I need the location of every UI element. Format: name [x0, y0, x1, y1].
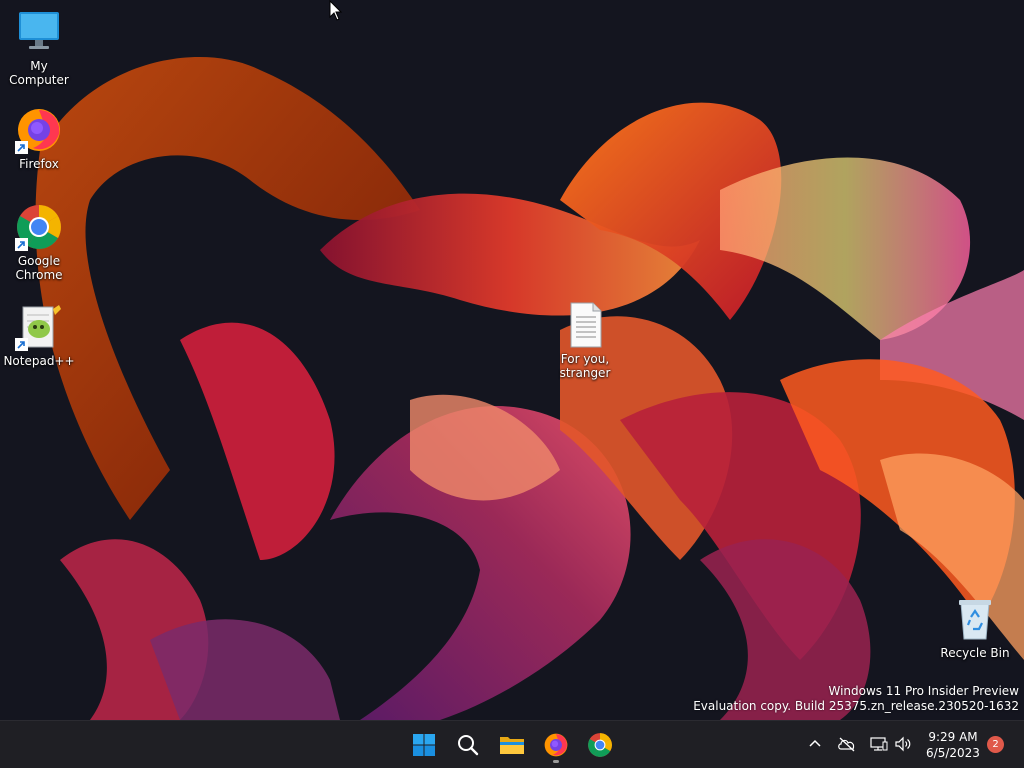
cloud-offline-icon: [838, 737, 855, 752]
chrome-icon: [588, 733, 612, 757]
volume-button[interactable]: [892, 733, 914, 755]
notification-badge[interactable]: 2: [987, 736, 1004, 753]
text-document-icon: [561, 301, 609, 349]
watermark-line-1: Windows 11 Pro Insider Preview: [828, 684, 1019, 698]
clock-time: 9:29 AM: [928, 730, 978, 744]
firefox-icon: [544, 733, 568, 757]
file-explorer-button[interactable]: [492, 725, 532, 765]
shortcut-arrow-icon: [15, 338, 28, 351]
desktop-icon-notepad-plus-plus[interactable]: Notepad++: [0, 303, 78, 368]
start-icon: [413, 734, 435, 756]
wallpaper: [35, 56, 1024, 720]
desktop-icon-text-file[interactable]: For you, stranger: [546, 301, 624, 380]
onedrive-status-button[interactable]: [836, 733, 858, 755]
running-indicator: [553, 760, 559, 763]
search-icon: [458, 735, 479, 756]
firefox-icon: [15, 106, 63, 154]
network-button[interactable]: [868, 733, 890, 755]
watermark-line-2: Evaluation copy. Build 25375.zn_release.…: [693, 699, 1019, 713]
monitor-icon: [15, 8, 63, 56]
desktop-icon-label: My Computer: [9, 59, 69, 87]
desktop-icon-label: For you, stranger: [559, 352, 611, 380]
start-button[interactable]: [404, 725, 444, 765]
desktop-icon-label: Recycle Bin: [940, 646, 1010, 660]
desktop-icon-label: Google Chrome: [15, 254, 63, 282]
desktop-icon-google-chrome[interactable]: Google Chrome: [0, 203, 78, 282]
desktop[interactable]: My Computer Firefox Google Chrome Notepa…: [0, 0, 1024, 720]
taskbar-firefox-button[interactable]: [536, 725, 576, 765]
recycle-bin-icon: [951, 595, 999, 643]
taskbar: 9:29 AM 6/5/2023 2: [0, 720, 1024, 768]
clock[interactable]: 9:29 AM 6/5/2023: [920, 729, 986, 761]
show-hidden-icons-button[interactable]: [804, 733, 826, 755]
notepadplusplus-icon: [15, 303, 63, 351]
network-icon: [870, 737, 888, 751]
chevron-up-icon: [809, 739, 821, 747]
taskbar-chrome-button[interactable]: [580, 725, 620, 765]
shortcut-arrow-icon: [15, 141, 28, 154]
chrome-icon: [15, 203, 63, 251]
file-explorer-icon: [500, 737, 524, 754]
desktop-icon-my-computer[interactable]: My Computer: [0, 8, 78, 87]
windows-evaluation-watermark: Windows 11 Pro Insider Preview Evaluatio…: [693, 684, 1019, 714]
clock-date: 6/5/2023: [926, 746, 980, 760]
desktop-icon-label: Notepad++: [3, 354, 75, 368]
volume-icon: [895, 736, 911, 752]
desktop-icon-label: Firefox: [19, 157, 59, 171]
desktop-icon-recycle-bin[interactable]: Recycle Bin: [936, 595, 1014, 660]
search-button[interactable]: [448, 725, 488, 765]
shortcut-arrow-icon: [15, 238, 28, 251]
mouse-pointer-icon: [329, 0, 343, 21]
desktop-icon-firefox[interactable]: Firefox: [0, 106, 78, 171]
